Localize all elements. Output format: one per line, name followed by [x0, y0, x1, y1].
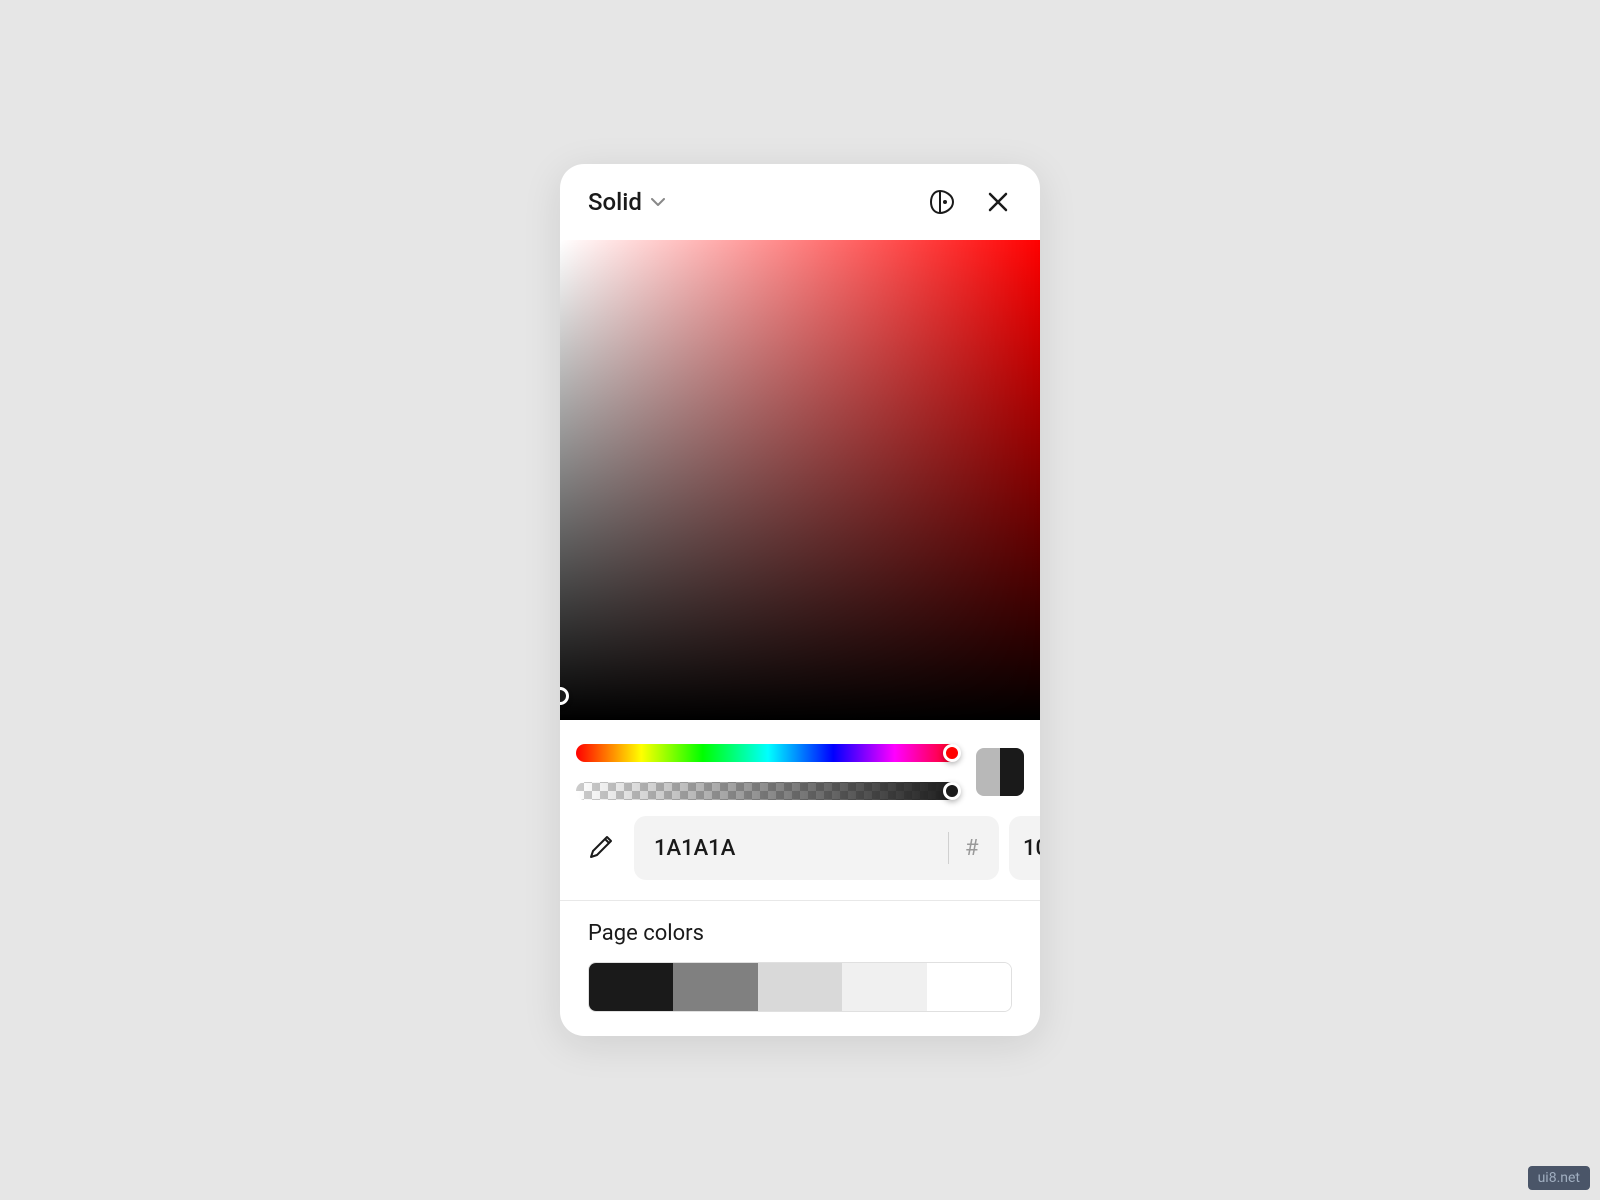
sliders-section	[560, 720, 1040, 816]
fill-mode-label: Solid	[588, 188, 642, 216]
hue-slider[interactable]	[576, 744, 960, 762]
sv-handle[interactable]	[560, 687, 569, 705]
hue-slider-handle[interactable]	[943, 744, 961, 762]
opacity-input-container: %	[1009, 816, 1040, 880]
header-actions	[928, 188, 1012, 216]
eyedropper-icon	[587, 835, 613, 861]
opacity-slider[interactable]	[576, 782, 960, 800]
saturation-value-area[interactable]	[560, 240, 1040, 720]
color-swatch[interactable]	[842, 963, 926, 1011]
fill-mode-selector[interactable]: Solid	[588, 188, 666, 216]
color-preview	[976, 748, 1024, 796]
watermark: ui8.net	[1528, 1166, 1590, 1190]
opacity-input[interactable]	[1021, 836, 1040, 861]
page-colors-section: Page colors	[560, 900, 1040, 1036]
input-divider	[948, 832, 949, 864]
eyedropper-button[interactable]	[576, 824, 624, 872]
swatch-row	[588, 962, 1012, 1012]
close-icon	[987, 191, 1009, 213]
inputs-section: # %	[560, 816, 1040, 900]
page-colors-title: Page colors	[588, 921, 1012, 946]
sliders	[576, 744, 960, 800]
hex-input[interactable]	[654, 836, 932, 861]
opacity-slider-handle[interactable]	[943, 782, 961, 800]
panel-header: Solid	[560, 164, 1040, 240]
color-swatch[interactable]	[927, 963, 1011, 1011]
blend-mode-button[interactable]	[928, 188, 956, 216]
color-swatch[interactable]	[589, 963, 673, 1011]
chevron-down-icon	[650, 194, 666, 210]
close-button[interactable]	[984, 188, 1012, 216]
color-swatch[interactable]	[758, 963, 842, 1011]
preview-current-color	[1000, 748, 1024, 796]
preview-previous-color	[976, 748, 1000, 796]
hex-input-container: #	[634, 816, 999, 880]
color-picker-panel: Solid	[560, 164, 1040, 1036]
color-swatch[interactable]	[673, 963, 757, 1011]
hash-symbol: #	[965, 836, 979, 861]
